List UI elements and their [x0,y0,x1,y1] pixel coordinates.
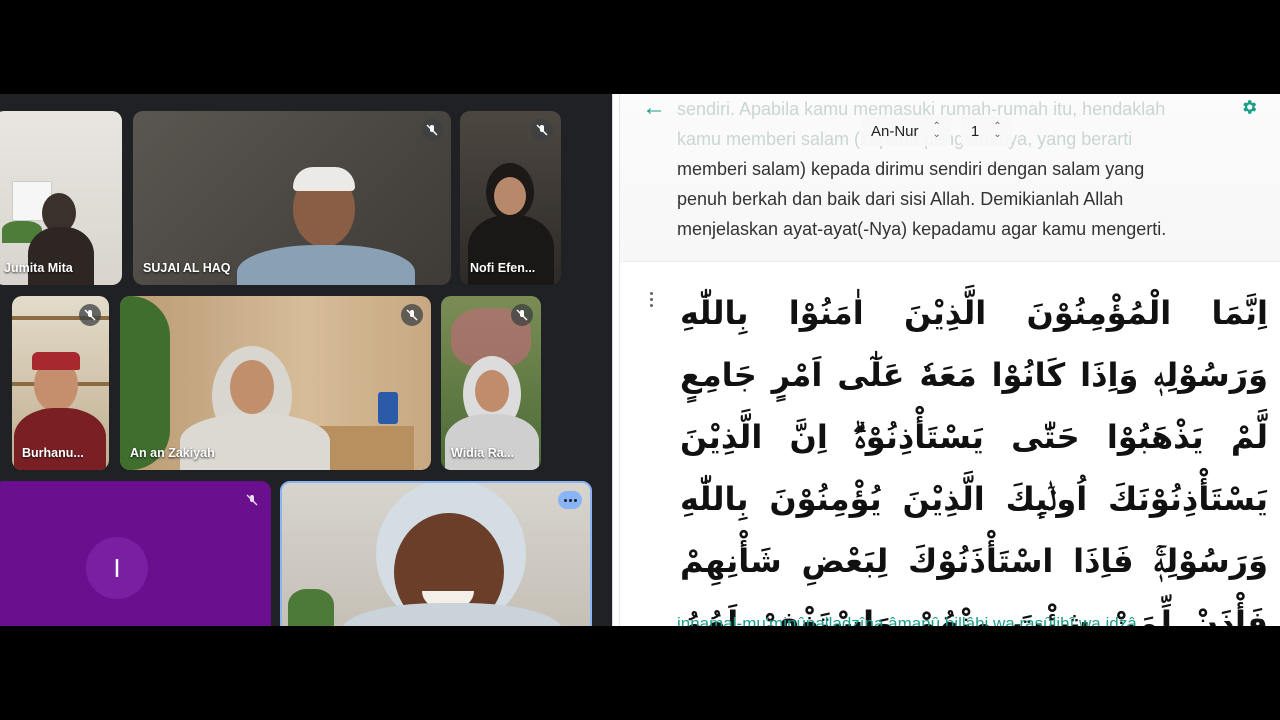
participant-tile[interactable]: Burhanu... [12,296,109,470]
participant-tile[interactable]: An an Zakiyah [120,296,431,470]
select-chevrons-icon: ⌃ ⌄ [932,121,941,140]
verse-menu-icon[interactable] [650,292,654,310]
vase [378,392,398,424]
muted-mic-icon [511,304,533,326]
translation-line: penuh berkah dan baik dari sisi Allah. D… [677,189,1124,209]
translation-line: memberi salam) kepada dirimu sendiri den… [677,159,1145,179]
surah-select-value: An-Nur [871,122,919,140]
plant-background [288,589,334,626]
select-chevrons-icon: ⌃ ⌄ [993,121,1002,140]
surah-select[interactable]: An-Nur ⌃ ⌄ [861,116,951,146]
participant-name: SUJAI AL HAQ [143,261,231,275]
participant-tile[interactable]: SUJAI AL HAQ [133,111,451,285]
video-meeting-grid: Jumita Mita SUJAI AL HAQ Nofi Efen... Bu… [0,94,612,626]
participant-name: Burhanu... [22,446,84,460]
participant-name: Nofi Efen... [470,261,536,275]
surah-ayah-selectors: An-Nur ⌃ ⌄ 1 ⌃ ⌄ [861,116,1012,146]
ayah-select-value: 1 [970,122,980,140]
participant-body [180,414,330,470]
back-arrow-icon[interactable]: ← [642,96,666,120]
quran-reader: sendiri. Apabila kamu memasuki rumah-rum… [620,94,1280,626]
split-divider[interactable] [612,94,620,626]
participant-body [445,414,539,470]
ayah-select[interactable]: 1 ⌃ ⌄ [960,116,1012,146]
gear-icon[interactable] [1240,98,1258,116]
participant-head [494,177,526,215]
participant-body [14,408,106,470]
participant-avatar: I [86,537,148,599]
muted-mic-icon [79,304,101,326]
translation-header: sendiri. Apabila kamu memasuki rumah-rum… [620,94,1280,262]
arabic-verse-text: اِنَّمَا الْمُؤْمِنُوْنَ الَّذِيْنَ اٰمَ… [680,294,1268,626]
muted-mic-icon [401,304,423,326]
translation-line: menjelaskan ayat-ayat(-Nya) kepadamu aga… [677,219,1167,239]
muted-mic-icon [421,119,443,141]
participant-head [230,360,274,414]
participant-name: Jumita Mita [4,261,73,275]
peci-cap [293,167,355,191]
participant-tile[interactable]: I [0,481,271,626]
muted-mic-icon [531,119,553,141]
transliteration-text: innamal-mu'minûnalladzîna âmanû billâhi … [677,614,1137,626]
plant-background [120,296,170,470]
participant-tile[interactable]: Nofi Efen... [460,111,561,285]
participant-tile[interactable]: Jumita Mita [0,111,122,285]
muted-mic-icon [241,489,263,511]
peci-cap [32,352,80,370]
participant-name: An an Zakiyah [130,446,215,460]
screen: Jumita Mita SUJAI AL HAQ Nofi Efen... Bu… [0,94,1280,626]
participant-tile-active[interactable] [280,481,592,626]
participant-name: Widia Ra... [451,446,515,460]
participant-tile[interactable]: Widia Ra... [441,296,541,470]
arabic-verse: اِنَّمَا الْمُؤْمِنُوْنَ الَّذِيْنَ اٰمَ… [680,282,1268,626]
participant-body [342,603,562,626]
participant-body [28,227,94,285]
more-options-icon[interactable] [558,491,582,509]
participant-body [237,245,415,285]
participant-head [475,370,509,412]
